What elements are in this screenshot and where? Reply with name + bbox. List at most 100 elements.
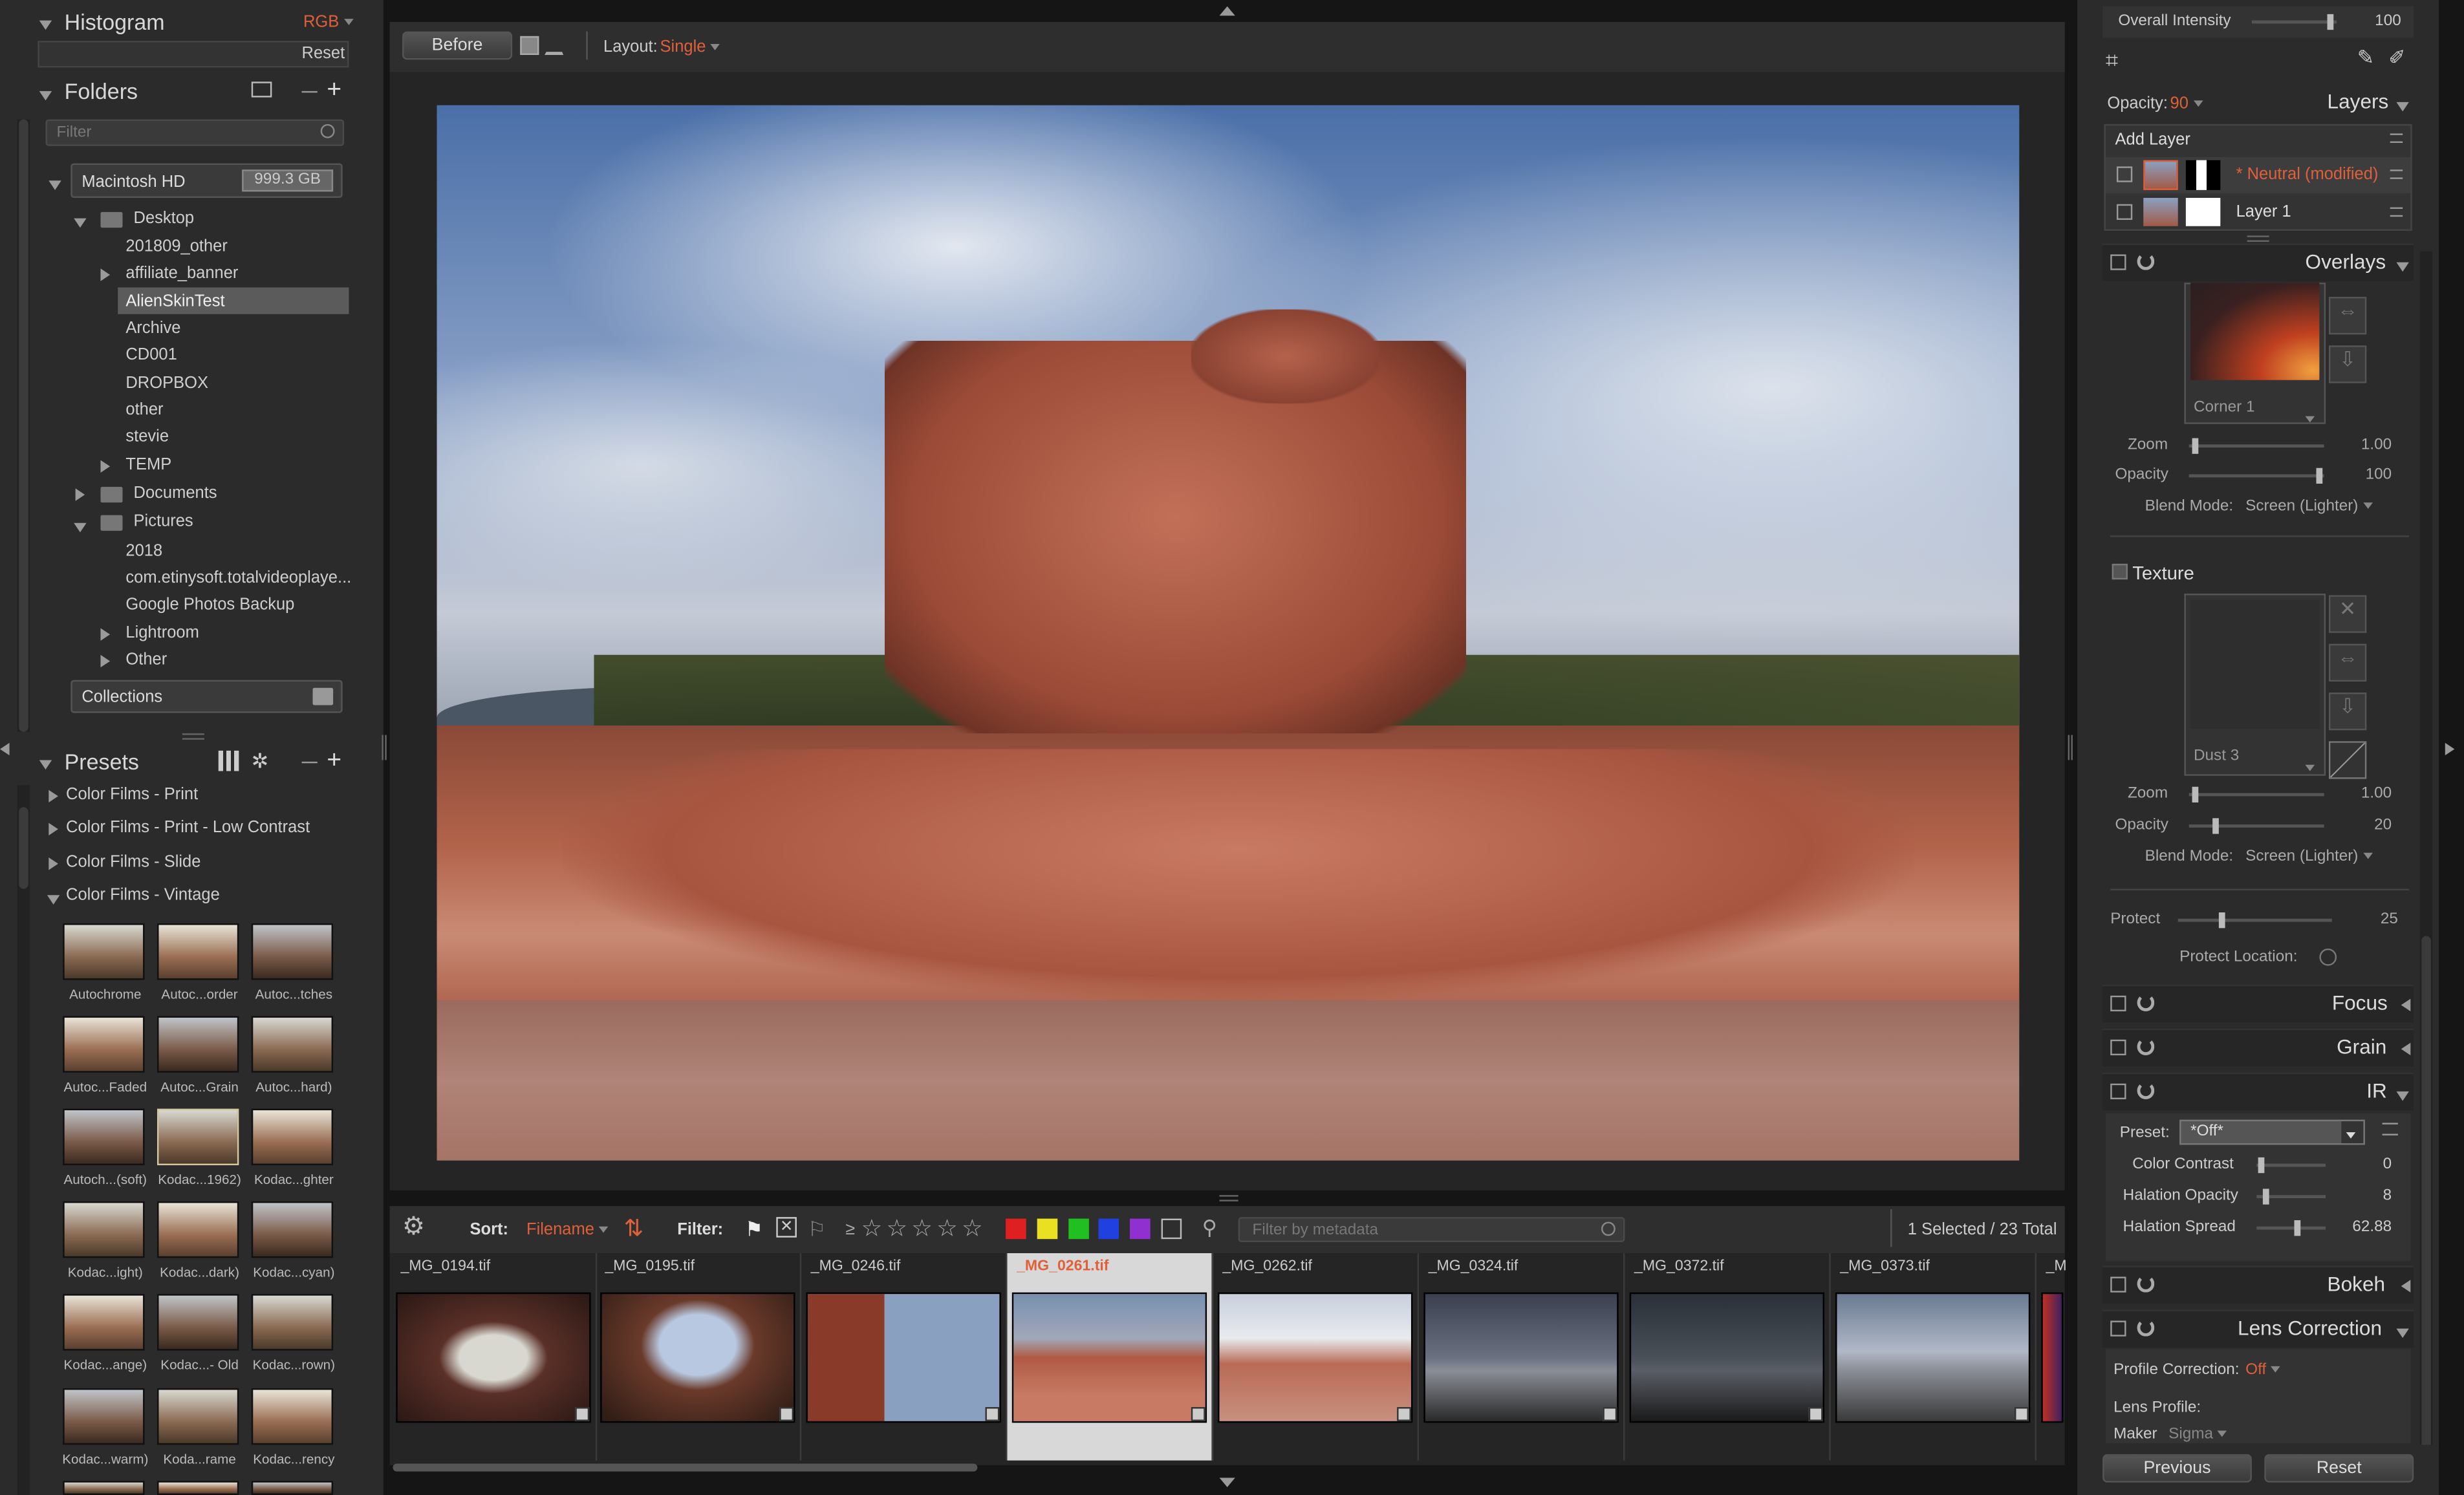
add-layer-button[interactable]: Add Layer	[2115, 131, 2190, 149]
expand-icon[interactable]	[100, 653, 111, 672]
panel-toggle-icon[interactable]	[2110, 1276, 2126, 1293]
preset-thumbnail[interactable]	[251, 1388, 334, 1445]
filmstrip-scrollbar[interactable]	[393, 1463, 978, 1472]
folder-item[interactable]: other	[125, 400, 163, 419]
reset-icon[interactable]	[2137, 253, 2155, 270]
color-filter-red[interactable]	[1006, 1218, 1026, 1240]
reset-icon[interactable]	[2137, 1275, 2155, 1293]
filmstrip-thumbnail[interactable]	[806, 1292, 1001, 1423]
drive-collapse-icon[interactable]	[49, 176, 61, 195]
collapse-all-icon[interactable]: ✲	[252, 749, 269, 774]
presets-scrollbar[interactable]	[17, 785, 30, 1495]
preset-thumbnail[interactable]	[157, 1108, 239, 1166]
reset-button[interactable]: Reset	[2264, 1454, 2414, 1483]
preset-thumbnail[interactable]	[157, 1388, 239, 1445]
preset-menu-icon[interactable]	[2382, 1123, 2398, 1135]
star-icon[interactable]: ☆	[911, 1214, 933, 1242]
before-button[interactable]: Before	[402, 31, 513, 60]
grid-view-icon[interactable]	[218, 750, 239, 771]
desktop-expand-icon[interactable]	[74, 213, 87, 232]
layer-neutral-label[interactable]: * Neutral (modified)	[2236, 165, 2379, 184]
preset-thumbnail[interactable]	[63, 1481, 145, 1495]
color-filter-none[interactable]	[1161, 1218, 1182, 1240]
layer-menu-icon[interactable]	[2390, 207, 2403, 217]
folder-item[interactable]: Archive	[125, 319, 180, 338]
preset-thumbnail[interactable]	[251, 1294, 334, 1351]
folder-add-icon[interactable]: +	[327, 78, 341, 103]
flag-filter-icon[interactable]: ⚑	[745, 1217, 763, 1242]
opacity-slider[interactable]	[2188, 468, 2324, 484]
swap-icon[interactable]: ⇔	[2328, 643, 2367, 682]
filmstrip-thumbnail[interactable]	[1423, 1292, 1619, 1423]
overlays-collapse-icon[interactable]	[2396, 257, 2409, 276]
opacity-slider[interactable]	[2188, 818, 2324, 834]
histogram-reset-button[interactable]: Reset	[302, 44, 345, 63]
star-icon[interactable]: ☆	[962, 1214, 983, 1242]
color-filter-green[interactable]	[1068, 1218, 1089, 1240]
folder-item[interactable]: CD001	[125, 345, 177, 364]
reject-filter-icon[interactable]: ✕	[776, 1217, 797, 1238]
filmstrip-thumbnail[interactable]	[1835, 1292, 2031, 1423]
preset-thumbnail[interactable]	[251, 1201, 334, 1258]
sort-direction-icon[interactable]: ⇅	[624, 1214, 644, 1242]
drive-macintosh-hd[interactable]: Macintosh HD 999.3 GB	[70, 163, 343, 199]
expand-icon[interactable]	[75, 487, 85, 506]
preset-thumbnail[interactable]	[157, 1201, 239, 1258]
folder-item[interactable]: 2018	[125, 542, 162, 561]
reset-icon[interactable]	[2137, 1082, 2155, 1100]
maker-select[interactable]: Sigma	[2168, 1426, 2227, 1443]
single-view-icon[interactable]	[520, 36, 539, 56]
folder-item[interactable]: stevie	[125, 427, 169, 446]
folder-item[interactable]: TEMP	[125, 455, 171, 474]
preset-group[interactable]: Color Films - Slide	[66, 853, 200, 872]
expand-icon[interactable]	[2401, 997, 2411, 1016]
preset-thumbnail[interactable]	[63, 1016, 145, 1073]
expand-icon[interactable]	[2401, 1278, 2411, 1297]
pencil-icon[interactable]: ✎	[2357, 45, 2375, 70]
histogram-channel-select[interactable]: RGB	[303, 12, 354, 32]
expand-icon[interactable]	[49, 821, 58, 840]
collapse-icon[interactable]	[74, 518, 87, 537]
folder-item[interactable]: DROPBOX	[125, 374, 208, 393]
folder-item[interactable]: Documents	[134, 484, 217, 502]
folders-collapse-icon[interactable]	[39, 87, 52, 105]
color-filter-blue[interactable]	[1098, 1218, 1119, 1240]
filmstrip-thumbnail[interactable]	[2041, 1292, 2064, 1423]
filmstrip-thumbnail[interactable]	[1011, 1292, 1207, 1423]
layers-resize-handle[interactable]	[2247, 235, 2269, 242]
folder-open-icon[interactable]	[251, 81, 272, 98]
visibility-toggle-icon[interactable]	[2116, 166, 2133, 182]
zoom-slider[interactable]	[2188, 786, 2324, 803]
reset-icon[interactable]	[2137, 1319, 2155, 1337]
panel-toggle-icon[interactable]	[2110, 995, 2126, 1012]
blend-mode-select[interactable]: Screen (Lighter)	[2245, 498, 2373, 515]
folder-item[interactable]: AlienSkinTest	[125, 292, 224, 311]
preset-thumbnail[interactable]	[63, 923, 145, 980]
gear-icon[interactable]: ⚙	[402, 1215, 425, 1241]
preset-group[interactable]: Color Films - Vintage	[66, 886, 220, 905]
expand-icon[interactable]	[100, 458, 111, 477]
panel-toggle-icon[interactable]	[2110, 254, 2126, 270]
preset-thumbnail[interactable]	[63, 1201, 145, 1258]
halation-opacity-slider[interactable]	[2256, 1188, 2326, 1205]
expand-icon[interactable]	[100, 627, 111, 645]
collapse-top-icon[interactable]	[1219, 6, 1235, 16]
expand-icon[interactable]	[100, 267, 111, 286]
crop-icon[interactable]: ⌗	[2106, 47, 2118, 74]
reset-icon[interactable]	[2137, 1038, 2155, 1056]
preset-thumbnail[interactable]	[251, 1108, 334, 1166]
preset-thumbnail[interactable]	[157, 1294, 239, 1351]
folders-filter-input[interactable]: Filter	[45, 119, 345, 146]
swap-icon[interactable]: ⇔	[2328, 297, 2367, 335]
down-icon[interactable]: ⇩	[2328, 693, 2367, 731]
close-icon[interactable]: ✕	[2328, 595, 2367, 633]
metadata-filter-input[interactable]: Filter by metadata	[1238, 1217, 1625, 1243]
presets-collapse-icon[interactable]	[39, 755, 52, 774]
filmstrip-thumbnail[interactable]	[396, 1292, 591, 1423]
invert-icon[interactable]	[2328, 741, 2367, 779]
down-icon[interactable]: ⇩	[2328, 345, 2367, 383]
left-resize-handle[interactable]	[382, 735, 387, 760]
star-icon[interactable]: ☆	[861, 1214, 883, 1242]
protect-slider[interactable]	[2178, 912, 2332, 929]
collapse-icon[interactable]	[2396, 1324, 2409, 1342]
